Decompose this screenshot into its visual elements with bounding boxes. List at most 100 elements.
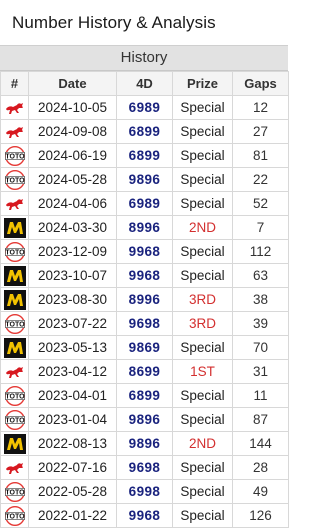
gap-count: 144 — [232, 431, 289, 456]
damacai-logo-icon — [3, 289, 26, 310]
prize: Special — [172, 191, 233, 216]
gap-count: 27 — [232, 119, 289, 144]
prize: Special — [172, 479, 233, 504]
toto-logo-icon: TOTO — [4, 385, 25, 406]
operator-logo-cell — [0, 191, 29, 216]
toto-logo-icon: TOTO — [4, 409, 25, 430]
prize: Special — [172, 263, 233, 288]
table-row[interactable]: 2024-10-05 6989 Special 12 — [0, 95, 289, 120]
draw-date: 2024-06-19 — [28, 143, 117, 168]
prize: Special — [172, 167, 233, 192]
draw-date: 2022-07-16 — [28, 455, 117, 480]
header-date: Date — [28, 71, 117, 96]
draw-date: 2023-07-22 — [28, 311, 117, 336]
draw-date: 2023-08-30 — [28, 287, 117, 312]
table-row[interactable]: 2024-09-08 6899 Special 27 — [0, 119, 289, 144]
operator-logo-cell — [0, 359, 29, 384]
damacai-logo-icon — [3, 265, 26, 286]
table-row[interactable]: 2023-08-30 8996 3RD 38 — [0, 287, 289, 312]
table-row[interactable]: TOTO 2022-01-22 9968 Special 126 — [0, 503, 289, 528]
draw-date: 2023-12-09 — [28, 239, 117, 264]
gap-count: 39 — [232, 311, 289, 336]
app-title: Number History & Analysis — [12, 12, 216, 32]
operator-logo-cell — [0, 95, 29, 120]
four-d-number: 9896 — [116, 431, 173, 456]
gap-count: 87 — [232, 407, 289, 432]
draw-date: 2023-10-07 — [28, 263, 117, 288]
four-d-number: 9698 — [116, 311, 173, 336]
draw-date: 2022-08-13 — [28, 431, 117, 456]
magnum-horse-icon — [5, 366, 23, 378]
draw-date: 2024-04-06 — [28, 191, 117, 216]
header-gaps: Gaps — [232, 71, 289, 96]
prize: Special — [172, 503, 233, 528]
operator-logo-cell — [0, 287, 29, 312]
table-row[interactable]: TOTO 2023-07-22 9698 3RD 39 — [0, 311, 289, 336]
prize: 3RD — [172, 311, 233, 336]
operator-logo-cell — [0, 335, 29, 360]
gap-count: 63 — [232, 263, 289, 288]
table-row[interactable]: TOTO 2023-12-09 9968 Special 112 — [0, 239, 289, 264]
operator-logo-cell — [0, 263, 29, 288]
header-row: # Date 4D Prize Gaps — [0, 71, 289, 96]
draw-date: 2024-03-30 — [28, 215, 117, 240]
gap-count: 22 — [232, 167, 289, 192]
table-row[interactable]: 2022-08-13 9896 2ND 144 — [0, 431, 289, 456]
four-d-number: 6899 — [116, 143, 173, 168]
operator-logo-cell: TOTO — [0, 407, 29, 432]
four-d-number: 6989 — [116, 191, 173, 216]
four-d-number: 6899 — [116, 383, 173, 408]
four-d-number: 8996 — [116, 287, 173, 312]
operator-logo-cell: TOTO — [0, 239, 29, 264]
prize: Special — [172, 95, 233, 120]
operator-logo-cell: TOTO — [0, 383, 29, 408]
operator-logo-cell — [0, 215, 29, 240]
four-d-number: 9698 — [116, 455, 173, 480]
gap-count: 52 — [232, 191, 289, 216]
gap-count: 7 — [232, 215, 289, 240]
history-table: # Date 4D Prize Gaps 2024-10-05 6989 Speci… — [0, 71, 289, 528]
svg-text:TOTO: TOTO — [5, 393, 25, 400]
table-row[interactable]: 2023-05-13 9869 Special 70 — [0, 335, 289, 360]
table-row[interactable]: TOTO 2024-05-28 9896 Special 22 — [0, 167, 289, 192]
four-d-number: 8699 — [116, 359, 173, 384]
header-index: # — [0, 71, 29, 96]
table-row[interactable]: 2024-03-30 8996 2ND 7 — [0, 215, 289, 240]
svg-text:TOTO: TOTO — [5, 249, 25, 256]
four-d-number: 9896 — [116, 407, 173, 432]
damacai-logo-icon — [3, 337, 26, 358]
operator-logo-cell — [0, 119, 29, 144]
draw-date: 2024-05-28 — [28, 167, 117, 192]
table-row[interactable]: TOTO 2023-01-04 9896 Special 87 — [0, 407, 289, 432]
four-d-number: 9968 — [116, 263, 173, 288]
prize: Special — [172, 383, 233, 408]
four-d-number: 9869 — [116, 335, 173, 360]
four-d-number: 6989 — [116, 95, 173, 120]
gap-count: 112 — [232, 239, 289, 264]
toto-logo-icon: TOTO — [4, 313, 25, 334]
table-row[interactable]: 2022-07-16 9698 Special 28 — [0, 455, 289, 480]
table-row[interactable]: TOTO 2023-04-01 6899 Special 11 — [0, 383, 289, 408]
gap-count: 31 — [232, 359, 289, 384]
prize: Special — [172, 455, 233, 480]
draw-date: 2024-10-05 — [28, 95, 117, 120]
table-row[interactable]: 2023-10-07 9968 Special 63 — [0, 263, 289, 288]
prize: Special — [172, 407, 233, 432]
table-row[interactable]: TOTO 2024-06-19 6899 Special 81 — [0, 143, 289, 168]
magnum-horse-icon — [5, 198, 23, 210]
operator-logo-cell — [0, 455, 29, 480]
section-title: History — [0, 46, 288, 71]
table-row[interactable]: 2024-04-06 6989 Special 52 — [0, 191, 289, 216]
table-row[interactable]: 2023-04-12 8699 1ST 31 — [0, 359, 289, 384]
svg-text:TOTO: TOTO — [5, 321, 25, 328]
gap-count: 49 — [232, 479, 289, 504]
svg-text:TOTO: TOTO — [5, 417, 25, 424]
four-d-number: 6899 — [116, 119, 173, 144]
svg-text:TOTO: TOTO — [5, 489, 25, 496]
gap-count: 126 — [232, 503, 289, 528]
toto-logo-icon: TOTO — [4, 241, 25, 262]
table-row[interactable]: TOTO 2022-05-28 6998 Special 49 — [0, 479, 289, 504]
gap-count: 81 — [232, 143, 289, 168]
operator-logo-cell: TOTO — [0, 311, 29, 336]
prize: Special — [172, 119, 233, 144]
